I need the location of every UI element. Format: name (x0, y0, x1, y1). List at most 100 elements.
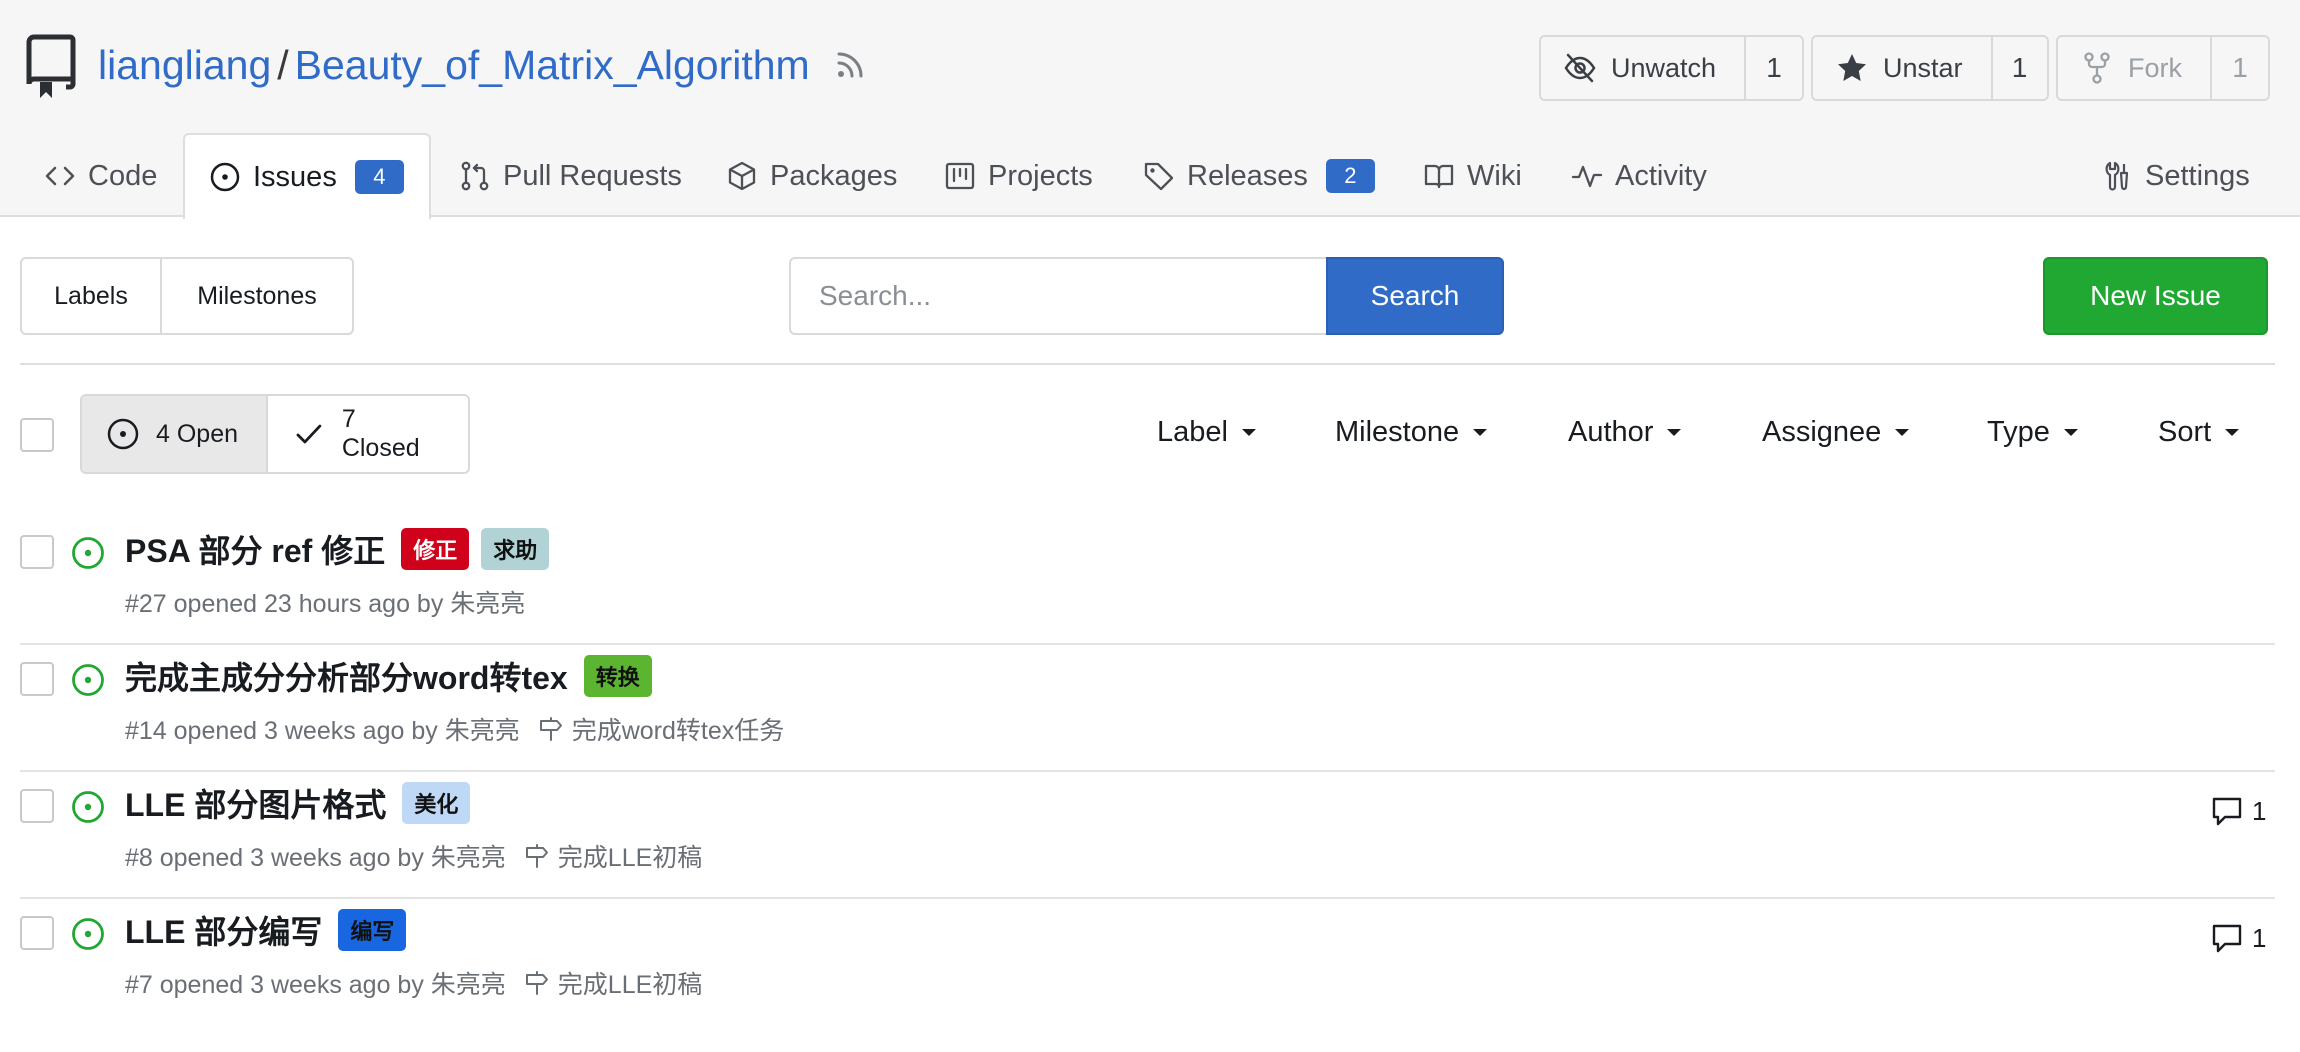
tab-activity[interactable]: Activity (1571, 133, 1707, 219)
tab-activity-label: Activity (1615, 159, 1707, 192)
issue-title-link[interactable]: LLE 部分图片格式 (125, 780, 386, 826)
tab-packages[interactable]: Packages (726, 133, 897, 219)
closed-issues-filter[interactable]: 7 Closed (266, 396, 468, 472)
check-icon (296, 424, 322, 444)
sort-label: Sort (2158, 416, 2212, 448)
issue-checkbox[interactable] (20, 916, 54, 950)
repo-header: liangliang / Beauty_of_Matrix_Algorithm … (0, 0, 2300, 219)
repo-tabs: Code Issues 4 Pull Requests Packages Pro… (0, 133, 2300, 219)
stars-count[interactable]: 1 (1990, 37, 2047, 99)
issue-label[interactable]: 编写 (338, 909, 407, 951)
repo-owner-link[interactable]: liangliang (98, 40, 271, 90)
issue-meta: #8 opened 3 weeks ago by 朱亮亮 (125, 844, 506, 872)
milestone-icon (525, 844, 548, 868)
issue-milestone[interactable]: 完成LLE初稿 (524, 965, 702, 1001)
issue-checkbox[interactable] (20, 662, 54, 696)
issue-meta: #7 opened 3 weeks ago by 朱亮亮 (125, 971, 506, 999)
unstar-button[interactable]: Unstar (1813, 37, 1991, 99)
open-issues-filter[interactable]: 4 Open (82, 396, 266, 472)
tab-releases-label: Releases (1187, 159, 1308, 192)
tab-wiki[interactable]: Wiki (1423, 133, 1522, 219)
issue-open-icon (72, 918, 104, 950)
unwatch-button[interactable]: Unwatch (1541, 37, 1744, 99)
issue-meta: #14 opened 3 weeks ago by 朱亮亮 (125, 717, 520, 745)
caret-down-icon (2063, 429, 2078, 436)
repo-path: liangliang / Beauty_of_Matrix_Algorithm (98, 40, 866, 90)
repo-path-separator: / (277, 42, 289, 88)
watch-button-group: Unwatch 1 (1539, 35, 1805, 101)
issue-label[interactable]: 修正 (401, 528, 470, 570)
new-issue-button[interactable]: New Issue (2043, 257, 2268, 335)
issue-row: PSA 部分 ref 修正 修正 求助 #27 opened 23 hours … (0, 518, 2300, 645)
issue-comments-link[interactable]: 1 (2210, 921, 2266, 955)
tab-settings[interactable]: Settings (2101, 133, 2250, 219)
eye-slash-icon (1564, 53, 1596, 83)
unwatch-label: Unwatch (1611, 52, 1717, 83)
caret-down-icon (1895, 429, 1910, 436)
caret-down-icon (1667, 429, 1682, 436)
caret-down-icon (2225, 429, 2240, 436)
forks-count[interactable]: 1 (2210, 37, 2268, 99)
open-issues-label: 4 Open (156, 419, 239, 448)
issue-open-icon (210, 162, 240, 192)
tab-pull-requests-label: Pull Requests (503, 159, 682, 192)
issue-milestone[interactable]: 完成word转tex任务 (538, 711, 784, 747)
rss-icon[interactable] (834, 49, 866, 81)
watchers-count[interactable]: 1 (1744, 37, 1802, 99)
issue-title-link[interactable]: 完成主成分分析部分word转tex (125, 653, 568, 699)
label-filter-dropdown[interactable]: Label (1157, 416, 1256, 449)
issue-row: LLE 部分编写 编写 #7 opened 3 weeks ago by 朱亮亮… (0, 899, 2300, 1025)
issue-title-link[interactable]: PSA 部分 ref 修正 (125, 526, 385, 572)
issue-row: LLE 部分图片格式 美化 #8 opened 3 weeks ago by 朱… (0, 772, 2300, 899)
releases-count-badge: 2 (1325, 159, 1375, 193)
tab-packages-label: Packages (770, 159, 898, 192)
fork-label: Fork (2128, 52, 2182, 83)
issue-label[interactable]: 转换 (583, 655, 652, 697)
sort-dropdown[interactable]: Sort (2158, 416, 2240, 449)
tag-icon (1144, 162, 1174, 191)
fork-button-group: Fork 1 (2056, 35, 2270, 101)
tab-issues[interactable]: Issues 4 (183, 133, 431, 219)
issue-checkbox[interactable] (20, 535, 54, 569)
label-filter-label: Label (1157, 416, 1228, 448)
caret-down-icon (1473, 429, 1488, 436)
issue-label[interactable]: 美化 (402, 782, 471, 824)
issue-state-filter: 4 Open 7 Closed (80, 394, 470, 474)
tab-projects[interactable]: Projects (944, 133, 1093, 219)
tab-wiki-label: Wiki (1467, 159, 1522, 192)
tab-issues-label: Issues (253, 160, 337, 193)
star-icon (1838, 54, 1866, 81)
issue-title-link[interactable]: LLE 部分编写 (125, 907, 322, 953)
comment-icon (2212, 797, 2242, 826)
issue-label[interactable]: 求助 (481, 528, 550, 570)
fork-button[interactable]: Fork (2058, 37, 2210, 99)
issue-search-input[interactable] (789, 257, 1327, 335)
toolbar-divider (20, 363, 2275, 365)
milestone-icon (539, 717, 562, 741)
issue-row: 完成主成分分析部分word转tex 转换 #14 opened 3 weeks … (0, 645, 2300, 772)
tab-pull-requests[interactable]: Pull Requests (459, 133, 682, 219)
package-icon (728, 161, 756, 191)
milestones-button[interactable]: Milestones (160, 259, 352, 333)
milestone-filter-dropdown[interactable]: Milestone (1335, 416, 1488, 449)
repo-icon (26, 34, 76, 98)
code-icon (45, 166, 75, 186)
milestone-filter-label: Milestone (1335, 416, 1460, 448)
search-button[interactable]: Search (1326, 257, 1504, 335)
select-all-checkbox[interactable] (20, 418, 54, 452)
labels-button[interactable]: Labels (22, 259, 160, 333)
author-filter-dropdown[interactable]: Author (1568, 416, 1682, 449)
tab-code[interactable]: Code (44, 133, 157, 219)
issue-checkbox[interactable] (20, 789, 54, 823)
tab-projects-label: Projects (988, 159, 1093, 192)
issue-comments-link[interactable]: 1 (2210, 794, 2266, 828)
tab-settings-label: Settings (2145, 159, 2250, 192)
assignee-filter-dropdown[interactable]: Assignee (1762, 416, 1910, 449)
repo-name-link[interactable]: Beauty_of_Matrix_Algorithm (295, 40, 810, 90)
issue-milestone[interactable]: 完成LLE初稿 (524, 838, 702, 874)
star-button-group: Unstar 1 (1811, 35, 2049, 101)
assignee-filter-label: Assignee (1762, 416, 1882, 448)
type-filter-dropdown[interactable]: Type (1987, 416, 2078, 449)
tab-releases[interactable]: Releases 2 (1143, 133, 1375, 219)
issue-open-icon (107, 418, 139, 450)
